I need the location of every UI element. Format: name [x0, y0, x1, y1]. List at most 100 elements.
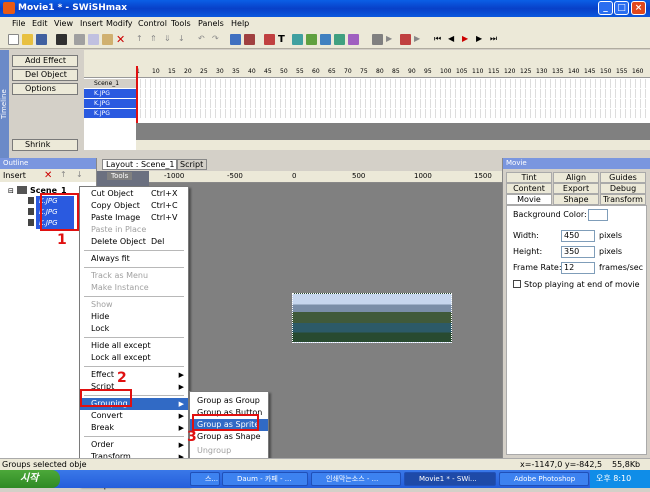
new-icon[interactable] [8, 34, 19, 45]
context-menu-item[interactable]: Convert ▶ [80, 410, 188, 422]
end-icon[interactable]: ⏭ [490, 34, 501, 45]
tab-script[interactable]: Script [176, 159, 208, 170]
tab-export[interactable]: Export [553, 183, 599, 194]
menu-help[interactable]: Help [231, 19, 249, 28]
help-icon[interactable] [230, 34, 241, 45]
context-menu-item[interactable]: Break ▶ [80, 422, 188, 434]
book-icon[interactable] [244, 34, 255, 45]
shrink-button[interactable]: Shrink [12, 139, 78, 151]
outline-down-icon[interactable]: ↓ [76, 170, 83, 179]
width-input[interactable]: 450 [561, 230, 595, 242]
context-menu-item[interactable]: Lock [80, 323, 188, 335]
insert-image-icon[interactable] [292, 34, 303, 45]
frame-rate-input[interactable]: 12 [561, 262, 595, 274]
save-icon[interactable] [36, 34, 47, 45]
move-down-icon[interactable]: ↓ [178, 34, 189, 45]
timeline-track[interactable]: K.JPG [84, 109, 136, 118]
context-menu-item[interactable]: Hide all except [80, 340, 188, 352]
tab-layout[interactable]: Layout : Scene_1 [102, 159, 179, 170]
menu-file[interactable]: File [12, 19, 25, 28]
play-effect-icon[interactable] [400, 34, 411, 45]
undo-icon[interactable]: ↶ [198, 34, 209, 45]
timeline-track-frames[interactable] [136, 99, 650, 108]
tab-debug[interactable]: Debug [600, 183, 646, 194]
insert-scene-icon[interactable] [264, 34, 275, 45]
menu-edit[interactable]: Edit [32, 19, 48, 28]
menu-control[interactable]: Control [138, 19, 167, 28]
paste-icon[interactable] [102, 34, 113, 45]
timeline-track-frames[interactable] [136, 109, 650, 118]
context-menu-item[interactable]: Effect ▶ [80, 369, 188, 381]
context-menu-item[interactable]: Paste Image Ctrl+V [80, 212, 188, 224]
insert-content-icon[interactable] [348, 34, 359, 45]
timeline-track[interactable]: K.JPG [84, 99, 136, 108]
tab-shape[interactable]: Shape [553, 194, 599, 205]
open-icon[interactable] [22, 34, 33, 45]
context-menu-item[interactable]: Cut Object Ctrl+X [80, 188, 188, 200]
play-icon[interactable]: ▶ [386, 34, 397, 45]
close-button[interactable]: × [631, 1, 646, 15]
tab-movie[interactable]: Movie [506, 194, 552, 205]
taskbar-button[interactable]: 인쇄막는소스 - ... [311, 472, 401, 486]
tab-guides[interactable]: Guides [600, 172, 646, 183]
tab-tint[interactable]: Tint [506, 172, 552, 183]
find-icon[interactable] [56, 34, 67, 45]
menu-panels[interactable]: Panels [198, 19, 224, 28]
stage-image[interactable] [292, 293, 452, 343]
context-menu-item[interactable]: Delete Object Del [80, 236, 188, 248]
add-effect-button[interactable]: Add Effect [12, 55, 78, 67]
timeline-scene-frames[interactable] [136, 79, 650, 88]
stop-icon[interactable] [372, 34, 383, 45]
context-menu-item[interactable]: Hide [80, 311, 188, 323]
submenu-item[interactable]: Group as Shape [190, 431, 268, 443]
rewind-icon[interactable]: ⏮ [434, 34, 445, 45]
move-up-icon[interactable]: ↑ [136, 34, 147, 45]
height-input[interactable]: 350 [561, 246, 595, 258]
playhead[interactable] [136, 66, 138, 123]
tab-align[interactable]: Align [553, 172, 599, 183]
taskbar-button[interactable]: 스... [190, 472, 220, 486]
cut-icon[interactable] [74, 34, 85, 45]
maximize-button[interactable]: □ [614, 1, 629, 15]
insert-button-icon[interactable] [306, 34, 317, 45]
del-object-button[interactable]: Del Object [12, 69, 78, 81]
move-top-icon[interactable]: ⇑ [150, 34, 161, 45]
background-color-picker[interactable] [588, 209, 608, 221]
move-bottom-icon[interactable]: ⇓ [164, 34, 175, 45]
step-forward-icon[interactable]: ▶ [476, 34, 487, 45]
menu-insert[interactable]: Insert [80, 19, 103, 28]
expand-icon[interactable]: ⊟ [8, 187, 14, 195]
menu-modify[interactable]: Modify [106, 19, 133, 28]
context-menu-item[interactable]: Always fit [80, 253, 188, 265]
context-menu-item[interactable]: Copy Object Ctrl+C [80, 200, 188, 212]
insert-sprite-icon[interactable] [320, 34, 331, 45]
copy-icon[interactable] [88, 34, 99, 45]
taskbar-button[interactable]: Movie1 * - SWi... [404, 472, 496, 486]
tab-content[interactable]: Content [506, 183, 552, 194]
taskbar-button[interactable]: Adobe Photoshop [499, 472, 589, 486]
outline-delete-icon[interactable]: ✕ [44, 170, 52, 181]
play-movie-icon[interactable]: ▶ [462, 34, 473, 45]
timeline-track-frames[interactable] [136, 89, 650, 98]
context-menu-item[interactable]: Order ▶ [80, 439, 188, 451]
redo-icon[interactable]: ↷ [212, 34, 223, 45]
minimize-button[interactable]: _ [598, 1, 613, 15]
timeline-scrollbar[interactable] [136, 140, 650, 150]
timeline-side-tab[interactable]: Timeline [0, 50, 9, 158]
context-menu-item[interactable]: Lock all except [80, 352, 188, 364]
submenu-item[interactable]: Group as Group [190, 395, 268, 407]
start-button[interactable]: 시작 [0, 470, 60, 488]
step-back-icon[interactable]: ◀ [448, 34, 459, 45]
tab-transform[interactable]: Transform [600, 194, 646, 205]
stop-playing-checkbox[interactable] [513, 280, 521, 288]
step-icon[interactable]: ▶ [414, 34, 425, 45]
taskbar-button[interactable]: Daum - 카페 - ... [222, 472, 308, 486]
menu-tools[interactable]: Tools [171, 19, 191, 28]
delete-icon[interactable]: ✕ [116, 34, 127, 45]
menu-view[interactable]: View [54, 19, 73, 28]
insert-text-icon[interactable]: T [278, 34, 289, 45]
timeline-track[interactable]: K.JPG [84, 89, 136, 98]
options-button[interactable]: Options [12, 83, 78, 95]
outline-insert-button[interactable]: Insert [3, 171, 26, 180]
insert-sound-icon[interactable] [334, 34, 345, 45]
